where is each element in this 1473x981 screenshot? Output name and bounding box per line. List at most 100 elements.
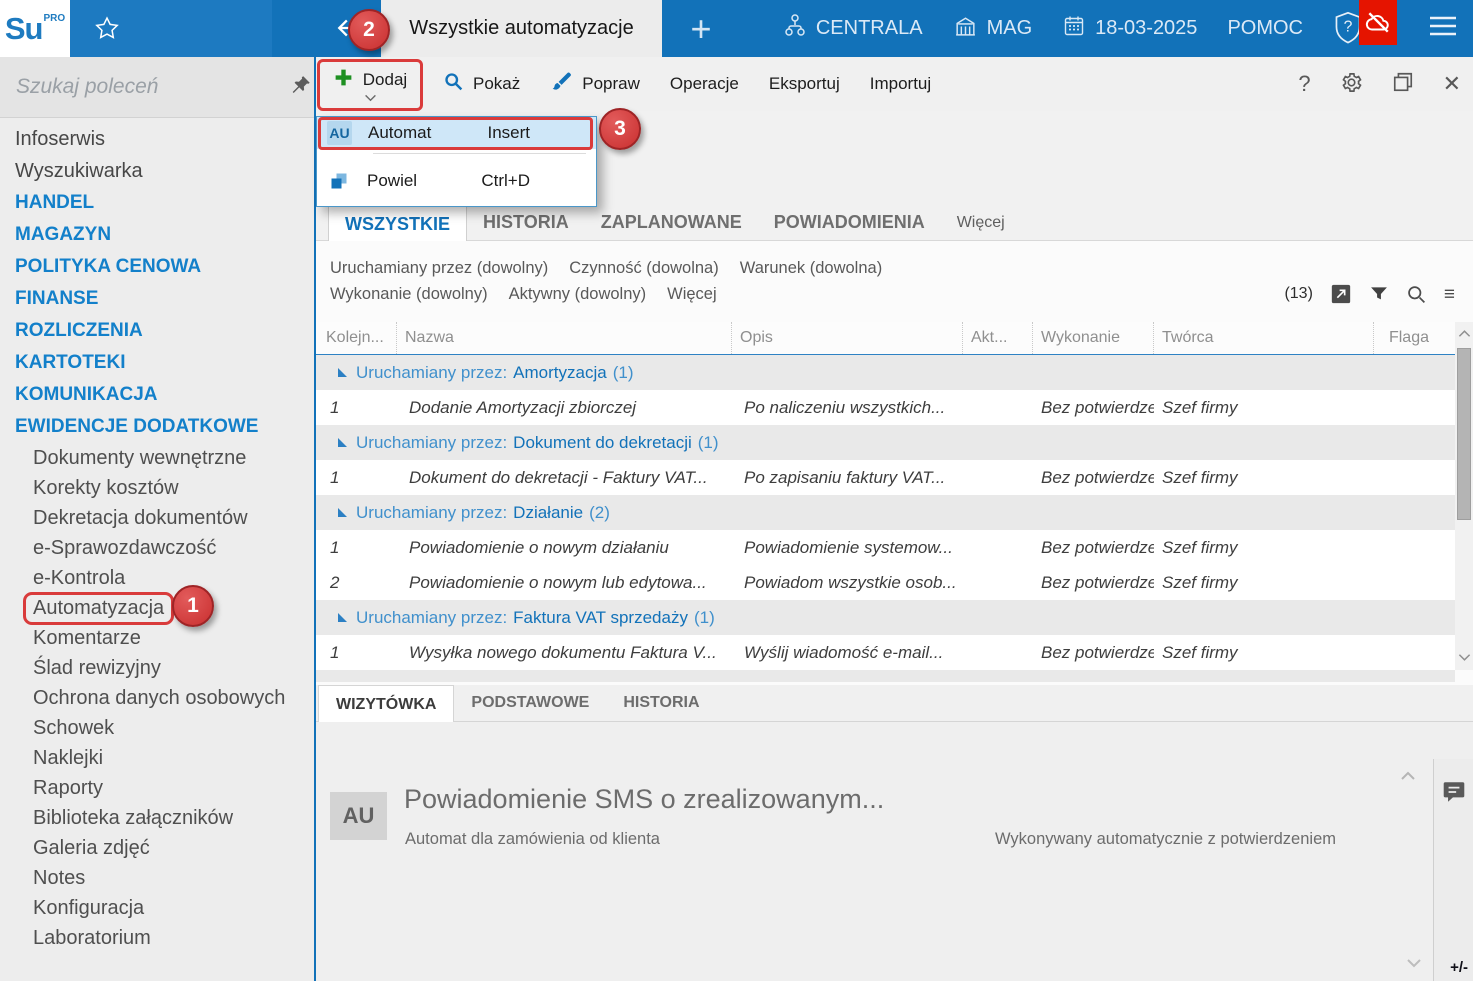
column-header-kolejn[interactable]: Kolejn...: [316, 322, 397, 354]
sidebar-item-komunikacja[interactable]: KOMUNIKACJA: [0, 379, 314, 411]
cloud-offline-badge[interactable]: [1359, 0, 1397, 45]
sidebar-item-schowek[interactable]: Schowek: [0, 713, 314, 743]
sidebar-item-biblioteka-załączników[interactable]: Biblioteka załączników: [0, 803, 314, 833]
sidebar-item-kartoteki[interactable]: KARTOTEKI: [0, 347, 314, 379]
search-input[interactable]: [16, 75, 290, 99]
group-expand-icon[interactable]: [338, 508, 347, 517]
sidebar-item-polityka-cenowa[interactable]: POLITYKA CENOWA: [0, 251, 314, 283]
branch-selector[interactable]: MAG: [953, 13, 1032, 44]
sidebar-item-infoserwis[interactable]: Infoserwis: [0, 123, 314, 155]
column-menu-icon[interactable]: ≡: [1444, 285, 1455, 304]
view-tabs: WSZYSTKIE HISTORIA ZAPLANOWANE POWIADOMI…: [316, 205, 1473, 242]
help-menu[interactable]: POMOC: [1227, 17, 1303, 40]
sidebar-item-magazyn[interactable]: MAGAZYN: [0, 219, 314, 251]
operations-button[interactable]: Operacje: [655, 57, 754, 111]
add-button[interactable]: Dodaj: [317, 59, 423, 111]
toolbar-buttons: Pokaż Popraw Operacje Eksportuj Importuj: [428, 57, 946, 111]
security-status[interactable]: ?: [1333, 0, 1397, 57]
group-row-dokument-do-dekretacji[interactable]: Uruchamiany przez: Dokument do dekretacji…: [316, 425, 1455, 460]
group-row-działanie[interactable]: Uruchamiany przez: Działanie (2): [316, 495, 1455, 530]
table-row-powiadomienie-o-nowym-działaniu[interactable]: 1 Powiadomienie o nowym działaniu Powiadom…: [316, 530, 1455, 565]
column-header-akt[interactable]: Akt...: [963, 322, 1033, 354]
tab-historia-detail[interactable]: HISTORIA: [606, 685, 716, 721]
pin-icon[interactable]: [290, 74, 312, 101]
table-row-powiadomienie-o-nowym-lub-edytowa[interactable]: 2 Powiadomienie o nowym lub edytowa... Pow…: [316, 565, 1455, 600]
sidebar-item-notes[interactable]: Notes: [0, 863, 314, 893]
sidebar-item-rozliczenia[interactable]: ROZLICZENIA: [0, 315, 314, 347]
gear-icon[interactable]: [1340, 71, 1363, 98]
menu-item-powiel[interactable]: Powiel Ctrl+D: [317, 164, 596, 198]
table-row-wysyłka-nowego-dokumentu-faktura-v[interactable]: 1 Wysyłka nowego dokumentu Faktura V... Wy…: [316, 635, 1455, 670]
edit-button[interactable]: Popraw: [535, 57, 655, 111]
column-header-twórca[interactable]: Twórca: [1154, 322, 1374, 354]
group-row-amortyzacja[interactable]: Uruchamiany przez: Amortyzacja (1): [316, 355, 1455, 390]
quick-search-icon[interactable]: [1406, 284, 1427, 305]
close-icon[interactable]: ✕: [1443, 73, 1461, 95]
help-icon[interactable]: ?: [1298, 73, 1310, 95]
panel-scroll-up-icon[interactable]: [1400, 768, 1416, 786]
sidebar-item-automatyzacja[interactable]: 1 Automatyzacja: [0, 585, 314, 627]
tab-wszystkie[interactable]: WSZYSTKIE: [328, 205, 468, 242]
sidebar-item-e-kontrola[interactable]: e-Kontrola: [0, 563, 314, 593]
hamburger-menu-icon[interactable]: [1427, 13, 1459, 45]
filter-more[interactable]: Więcej: [667, 285, 717, 304]
column-header-nazwa[interactable]: Nazwa: [397, 322, 732, 354]
sidebar-item-ślad-rewizyjny[interactable]: Ślad rewizyjny: [0, 653, 314, 683]
sidebar-item-laboratorium[interactable]: Laboratorium: [0, 923, 314, 953]
date-selector[interactable]: 18-03-2025: [1062, 14, 1197, 44]
filter-action[interactable]: Czynność (dowolna): [569, 259, 718, 278]
group-expand-icon[interactable]: [338, 613, 347, 622]
sidebar-item-handel[interactable]: HANDEL: [0, 187, 314, 219]
window-tab-active[interactable]: Wszystkie automatyzacje: [381, 0, 662, 57]
filter-active[interactable]: Aktywny (dowolny): [509, 285, 647, 304]
sidebar-item-dekretacja-dokumentów[interactable]: Dekretacja dokumentów: [0, 503, 314, 533]
star-icon[interactable]: [94, 15, 120, 46]
funnel-icon[interactable]: [1369, 284, 1389, 304]
filter-condition[interactable]: Warunek (dowolna): [740, 259, 882, 278]
sidebar-item-komentarze[interactable]: Komentarze: [0, 623, 314, 653]
company-selector[interactable]: CENTRALA: [783, 13, 923, 45]
sidebar-item-raporty[interactable]: Raporty: [0, 773, 314, 803]
tab-more[interactable]: Więcej: [941, 205, 1021, 240]
sidebar-item-galeria-zdjęć[interactable]: Galeria zdjęć: [0, 833, 314, 863]
import-button[interactable]: Importuj: [855, 57, 946, 111]
sidebar-item-wyszukiwarka[interactable]: Wyszukiwarka: [0, 155, 314, 187]
comment-icon[interactable]: [1441, 779, 1467, 810]
sidebar-item-dokumenty-wewnętrzne[interactable]: Dokumenty wewnętrzne: [0, 443, 314, 473]
sidebar-item-konfiguracja[interactable]: Konfiguracja: [0, 893, 314, 923]
scroll-up-icon[interactable]: [1455, 324, 1473, 342]
panel-scroll-down-icon[interactable]: [1406, 955, 1422, 973]
tab-wizytowka[interactable]: WIZYTÓWKA: [318, 685, 455, 723]
menu-item-automat[interactable]: AU Automat Insert: [317, 117, 596, 150]
export-button[interactable]: Eksportuj: [754, 57, 855, 111]
group-expand-icon[interactable]: [338, 438, 347, 447]
open-external-icon[interactable]: [1330, 283, 1352, 305]
table-row-dodanie-amortyzacji-zbiorczej[interactable]: 1 Dodanie Amortyzacji zbiorczej Po nalicze…: [316, 390, 1455, 425]
sidebar-item-ewidencje-dodatkowe[interactable]: EWIDENCJE DODATKOWE: [0, 411, 314, 443]
show-button[interactable]: Pokaż: [428, 57, 535, 111]
tab-historia[interactable]: HISTORIA: [467, 205, 585, 240]
table-scrollbar[interactable]: [1455, 322, 1473, 670]
scroll-down-icon[interactable]: [1455, 648, 1473, 666]
tab-powiadomienia[interactable]: POWIADOMIENIA: [758, 205, 941, 240]
sidebar-item-label: ROZLICZENIA: [15, 320, 143, 341]
scrollbar-thumb[interactable]: [1457, 348, 1471, 520]
group-row-faktura-vat-sprzedaży[interactable]: Uruchamiany przez: Faktura VAT sprzedaży(…: [316, 600, 1455, 635]
new-tab-button[interactable]: +: [662, 0, 740, 57]
tab-zaplanowane[interactable]: ZAPLANOWANE: [585, 205, 758, 240]
column-header-flaga[interactable]: Flaga: [1374, 322, 1455, 354]
table-row-dokument-do-dekretacji-faktury-vat[interactable]: 1 Dokument do dekretacji - Faktury VAT...…: [316, 460, 1455, 495]
filter-execution[interactable]: Wykonanie (dowolny): [330, 285, 488, 304]
filter-trigger[interactable]: Uruchamiany przez (dowolny): [330, 259, 548, 278]
sidebar-item-naklejki[interactable]: Naklejki: [0, 743, 314, 773]
restore-window-icon[interactable]: [1392, 71, 1414, 97]
sidebar-item-korekty-kosztów[interactable]: Korekty kosztów: [0, 473, 314, 503]
sidebar-item-ochrona-danych-osobowych[interactable]: Ochrona danych osobowych: [0, 683, 314, 713]
sidebar-item-finanse[interactable]: FINANSE: [0, 283, 314, 315]
column-header-opis[interactable]: Opis: [732, 322, 963, 354]
group-expand-icon[interactable]: [338, 368, 347, 377]
tab-podstawowe[interactable]: PODSTAWOWE: [454, 685, 606, 721]
command-search[interactable]: [0, 57, 314, 118]
sidebar-item-e-sprawozdawczość[interactable]: e-Sprawozdawczość: [0, 533, 314, 563]
column-header-wykonanie[interactable]: Wykonanie: [1033, 322, 1154, 354]
